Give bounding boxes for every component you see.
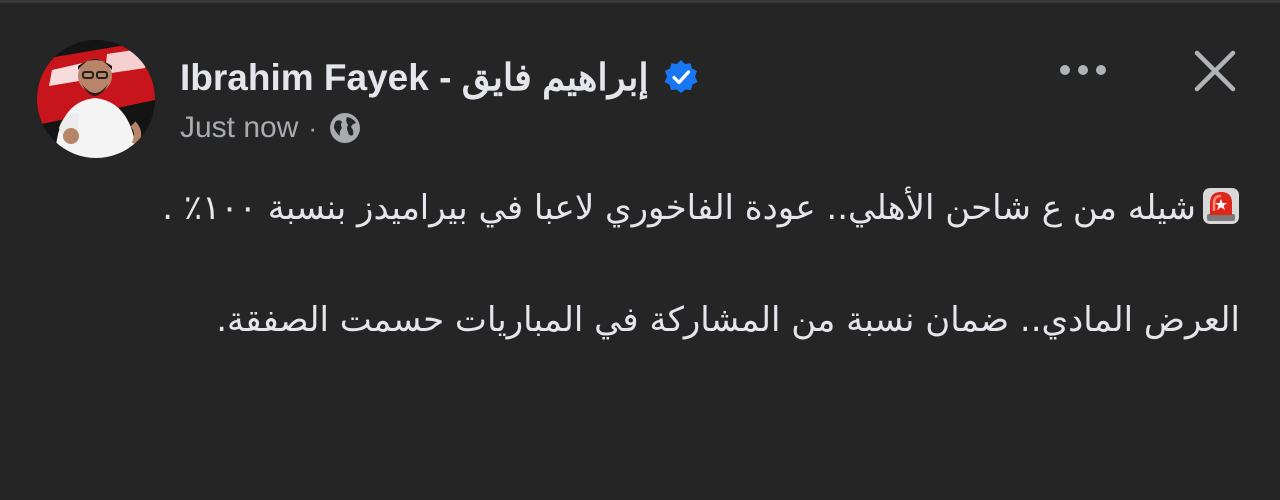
post-text-line: شيله من ع شاحن الأهلي.. عودة الفاخوري لا… (162, 188, 1196, 228)
post-text-line: العرض المادي.. ضمان نسبة من المشاركة في … (216, 300, 1240, 340)
siren-emoji-icon (1202, 186, 1240, 224)
more-options-button[interactable] (1050, 50, 1116, 90)
author-row: Ibrahim Fayek - إبراهيم فايق (180, 52, 699, 102)
meta-separator: · (308, 112, 318, 143)
author-name[interactable]: Ibrahim Fayek - إبراهيم فايق (180, 56, 649, 99)
post-timestamp[interactable]: Just now (180, 111, 298, 145)
close-icon (1194, 50, 1236, 92)
post-body: شيله من ع شاحن الأهلي.. عودة الفاخوري لا… (60, 180, 1240, 348)
more-options-icon (1060, 65, 1106, 75)
top-divider (0, 0, 1280, 3)
post-meta: Just now · (180, 108, 363, 148)
globe-icon[interactable] (327, 110, 363, 146)
avatar[interactable] (37, 40, 155, 158)
close-button[interactable] (1188, 44, 1242, 98)
verified-badge-icon (663, 59, 699, 95)
post-paragraph: العرض المادي.. ضمان نسبة من المشاركة في … (60, 292, 1240, 348)
post-paragraph: شيله من ع شاحن الأهلي.. عودة الفاخوري لا… (60, 180, 1240, 236)
